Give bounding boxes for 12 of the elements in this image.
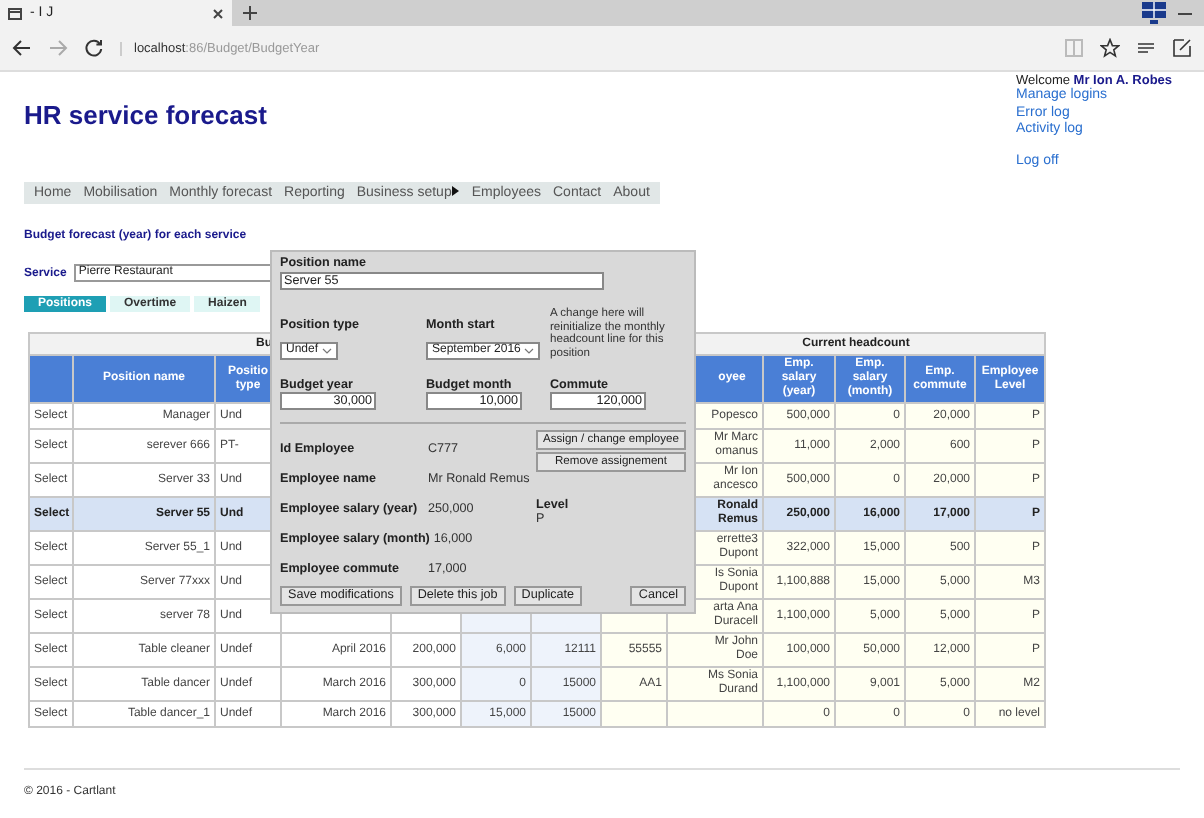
submenu-arrow-icon [451, 186, 460, 196]
back-icon[interactable] [12, 38, 32, 58]
close-icon[interactable] [212, 7, 224, 19]
tab-page-icon [8, 7, 22, 19]
refresh-icon[interactable] [84, 38, 104, 58]
chevron-icon [524, 348, 535, 354]
star-icon[interactable] [1100, 38, 1120, 58]
pen-icon[interactable] [1172, 38, 1192, 58]
monitor-icon[interactable] [1140, 0, 1168, 26]
chevron-icon [322, 348, 333, 354]
menu-icon[interactable] [1136, 38, 1156, 58]
page-title: HR service forecast [24, 100, 267, 134]
